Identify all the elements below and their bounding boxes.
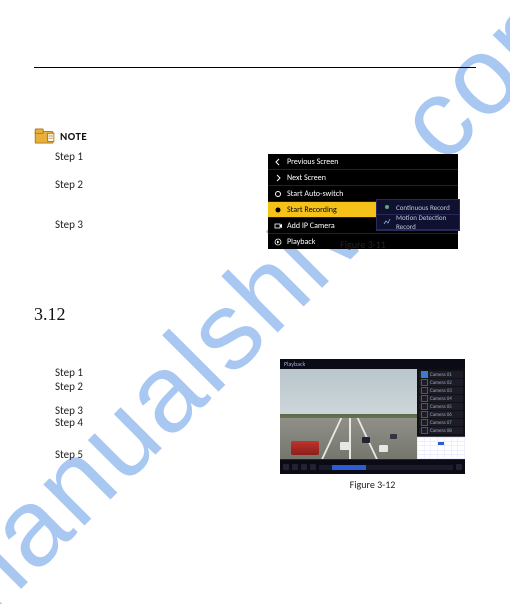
camera-item[interactable]: Camera 01 xyxy=(419,371,463,378)
checkbox-icon[interactable] xyxy=(421,379,428,386)
watermark: manualshive.com xyxy=(0,0,510,604)
note-callout: NOTE xyxy=(34,128,87,144)
lane-marker xyxy=(349,418,351,459)
step-b5: Step 5 xyxy=(55,448,83,461)
vehicle-car xyxy=(390,434,397,439)
playback-window: Playback Camera 01 Camera 02 Camera xyxy=(280,359,465,474)
step-a1: Step 1 xyxy=(55,150,83,163)
arrow-right-icon xyxy=(274,174,282,182)
camera-label: Camera 06 xyxy=(430,412,452,418)
camera-icon xyxy=(274,222,282,230)
submenu-item-motion-detection-record[interactable]: Motion Detection Record xyxy=(377,215,459,230)
record-icon xyxy=(274,206,282,214)
submenu-label: Continuous Record xyxy=(396,203,450,212)
camera-list: Camera 01 Camera 02 Camera 03 Camera 04 … xyxy=(417,369,465,436)
camera-item[interactable]: Camera 04 xyxy=(419,395,463,402)
checkbox-icon[interactable] xyxy=(421,411,428,418)
menu-label: Add IP Camera xyxy=(287,221,335,231)
context-submenu: Continuous Record Motion Detection Recor… xyxy=(376,199,460,231)
camera-label: Camera 02 xyxy=(430,380,452,386)
checkbox-icon[interactable] xyxy=(421,419,428,426)
stop-button[interactable] xyxy=(292,464,298,470)
step-b4: Step 4 xyxy=(55,416,83,429)
camera-item[interactable]: Camera 06 xyxy=(419,411,463,418)
vehicle-car xyxy=(379,445,388,452)
checkbox-icon[interactable] xyxy=(421,427,428,434)
camera-item[interactable]: Camera 03 xyxy=(419,387,463,394)
cycle-icon xyxy=(274,190,282,198)
horizontal-rule xyxy=(34,67,476,68)
note-icon xyxy=(34,128,56,144)
playback-title: Playback xyxy=(284,360,305,368)
forward-button[interactable] xyxy=(310,464,316,470)
rewind-button[interactable] xyxy=(301,464,307,470)
note-label: NOTE xyxy=(60,130,87,143)
section-number: 3.12 xyxy=(34,304,66,325)
camera-label: Camera 01 xyxy=(430,372,452,378)
menu-label: Start Auto-switch xyxy=(287,189,343,199)
submenu-label: Motion Detection Record xyxy=(396,213,453,231)
menu-label: Next Screen xyxy=(287,173,326,183)
camera-item[interactable]: Camera 02 xyxy=(419,379,463,386)
step-b2: Step 2 xyxy=(55,380,83,393)
vehicle-bus xyxy=(291,441,319,455)
camera-item[interactable]: Camera 08 xyxy=(419,427,463,434)
figure-312-caption: Figure 3-12 xyxy=(280,478,465,491)
menu-label: Start Recording xyxy=(287,205,337,215)
playback-video[interactable] xyxy=(280,369,417,459)
playback-body: Camera 01 Camera 02 Camera 03 Camera 04 … xyxy=(280,369,465,459)
playback-sidebar: Camera 01 Camera 02 Camera 03 Camera 04 … xyxy=(417,369,465,459)
step-a3: Step 3 xyxy=(55,218,83,231)
checkbox-icon[interactable] xyxy=(421,395,428,402)
motion-icon xyxy=(383,218,391,226)
camera-label: Camera 03 xyxy=(430,388,452,394)
checkbox-icon[interactable] xyxy=(421,371,428,378)
step-a2: Step 2 xyxy=(55,178,83,191)
speed-button[interactable] xyxy=(456,464,462,470)
calendar[interactable] xyxy=(417,436,465,459)
context-menu: Previous Screen Next Screen Start Auto-s… xyxy=(268,154,458,249)
checkbox-icon[interactable] xyxy=(421,403,428,410)
figure-311-caption: Figure 3-11 xyxy=(268,238,458,251)
record-dot-icon xyxy=(383,203,391,211)
page: manualshive.com NOTE Step 1 Step 2 Step … xyxy=(0,0,510,604)
camera-item[interactable]: Camera 07 xyxy=(419,419,463,426)
camera-label: Camera 04 xyxy=(430,396,452,402)
camera-label: Camera 08 xyxy=(430,428,452,434)
arrow-left-icon xyxy=(274,158,282,166)
playback-controls xyxy=(280,459,465,474)
step-b1: Step 1 xyxy=(55,366,83,379)
camera-label: Camera 07 xyxy=(430,420,452,426)
vehicle-car xyxy=(340,442,350,450)
timeline[interactable] xyxy=(319,465,453,470)
menu-item-next-screen[interactable]: Next Screen xyxy=(268,170,458,186)
camera-label: Camera 05 xyxy=(430,404,452,410)
playback-titlebar: Playback xyxy=(280,359,465,369)
checkbox-icon[interactable] xyxy=(421,387,428,394)
vehicle-car xyxy=(362,437,370,443)
camera-item[interactable]: Camera 05 xyxy=(419,403,463,410)
menu-item-previous-screen[interactable]: Previous Screen xyxy=(268,154,458,170)
menu-label: Previous Screen xyxy=(287,157,338,167)
play-button[interactable] xyxy=(283,464,289,470)
